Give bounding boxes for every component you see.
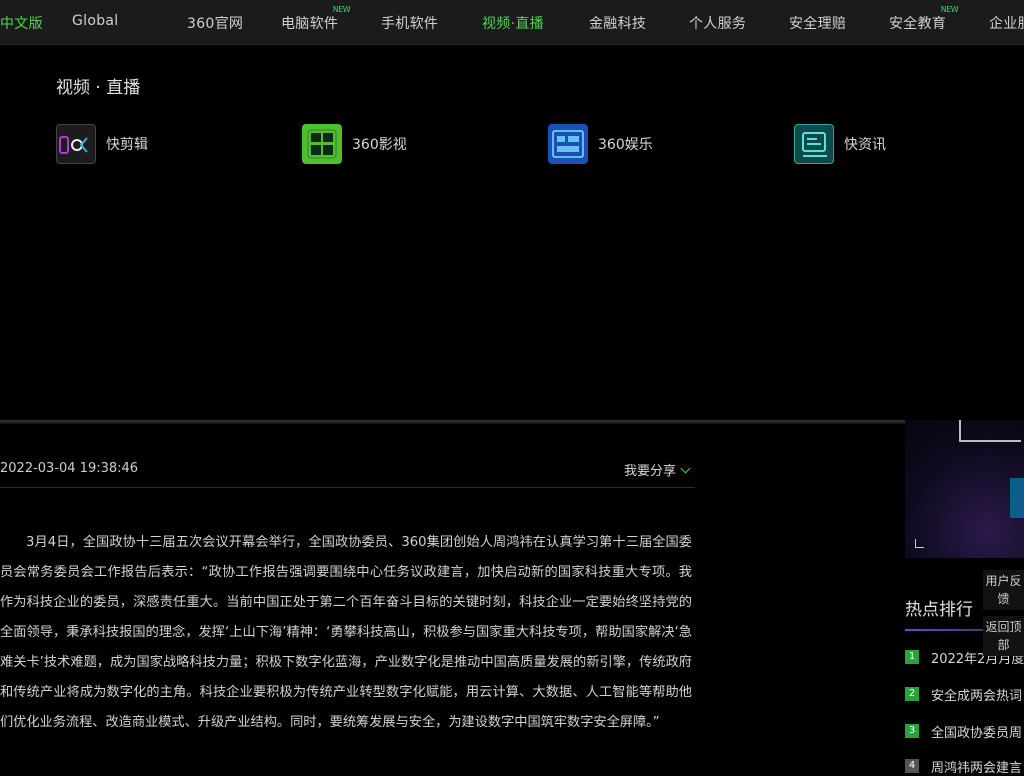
banner-graphic bbox=[959, 420, 1021, 442]
hot-item-title: 全国政协委员周 bbox=[931, 725, 1023, 741]
hot-item-title: 周鸿祎两会建言 bbox=[931, 760, 1023, 776]
rank-badge: 1 bbox=[905, 650, 919, 664]
nav-item-fintech[interactable]: 金融科技 bbox=[589, 13, 646, 33]
user-feedback-button[interactable]: 用户反馈 bbox=[983, 570, 1024, 610]
video-live-dropdown-panel: 视频 · 直播 快剪辑 360影视 360娱乐 快资讯 bbox=[0, 45, 1024, 420]
share-label: 我要分享 bbox=[624, 464, 677, 479]
hot-item[interactable]: 3 全国政协委员周 bbox=[905, 721, 1022, 741]
product-360-yule[interactable]: 360娱乐 bbox=[548, 124, 653, 164]
hot-item[interactable]: 4 周鸿祎两会建言 bbox=[905, 756, 1022, 776]
banner-corner-mark bbox=[915, 539, 924, 548]
hot-ranking-title: 热点排行 bbox=[905, 600, 973, 620]
rank-badge: 4 bbox=[905, 759, 919, 773]
nav-item-video-live[interactable]: 视频·直播 bbox=[482, 13, 544, 33]
meta-divider bbox=[0, 487, 695, 488]
article-body-paragraph: 3月4日，全国政协十三届五次会议开幕会举行，全国政协委员、360集团创始人周鸿祎… bbox=[0, 535, 692, 730]
back-to-top-button[interactable]: 返回顶部 bbox=[983, 616, 1024, 656]
rank-badge: 2 bbox=[905, 687, 919, 701]
share-button[interactable]: 我要分享 bbox=[624, 460, 691, 479]
nav-item-360-official[interactable]: 360官网 bbox=[187, 13, 243, 33]
new-badge: NEW bbox=[940, 5, 959, 14]
dropdown-title: 视频 · 直播 bbox=[56, 78, 141, 98]
product-label: 360影视 bbox=[352, 137, 407, 153]
nav-item-pc-software[interactable]: 电脑软件 NEW bbox=[281, 5, 351, 33]
nav-item-enterprise-service[interactable]: 企业服务 bbox=[989, 13, 1024, 33]
yingshi-daquan-icon bbox=[302, 124, 342, 164]
product-label: 360娱乐 bbox=[598, 137, 653, 153]
new-badge: NEW bbox=[332, 5, 351, 14]
nav-item-security-claims[interactable]: 安全理赔 bbox=[789, 13, 846, 33]
hot-item[interactable]: 2 安全成两会热词 bbox=[905, 684, 1022, 704]
promo-banner[interactable] bbox=[905, 420, 1024, 558]
product-label: 快剪辑 bbox=[106, 137, 148, 153]
product-360-yingshi[interactable]: 360影视 bbox=[302, 124, 407, 164]
nav-item-global[interactable]: Global bbox=[72, 13, 118, 29]
nav-lang-chinese[interactable]: 中文版 bbox=[0, 13, 43, 33]
nav-item-pc-software-label: 电脑软件 bbox=[281, 16, 339, 32]
nav-item-personal-service[interactable]: 个人服务 bbox=[689, 13, 746, 33]
chevron-down-icon bbox=[680, 463, 691, 474]
kuaizixun-icon bbox=[794, 124, 834, 164]
hot-item-title: 安全成两会热词 bbox=[931, 688, 1023, 704]
nav-item-security-education-label: 安全教育 bbox=[889, 16, 947, 32]
article-content: 2022-03-04 19:38:46 我要分享 3月4日，全国政协十三届五次会… bbox=[0, 424, 905, 768]
top-navigation-bar: 中文版 Global 360官网 电脑软件 NEW 手机软件 视频·直播 金融科… bbox=[0, 0, 1024, 45]
product-label: 快资讯 bbox=[844, 137, 886, 153]
kuaijianji-icon bbox=[56, 124, 96, 164]
product-kuaijianji[interactable]: 快剪辑 bbox=[56, 124, 148, 164]
yule-icon bbox=[548, 124, 588, 164]
rank-badge: 3 bbox=[905, 724, 919, 738]
banner-accent bbox=[1010, 478, 1024, 518]
nav-item-security-education[interactable]: 安全教育 NEW bbox=[889, 5, 959, 33]
nav-item-mobile-software[interactable]: 手机软件 bbox=[381, 13, 438, 33]
product-kuaizixun[interactable]: 快资讯 bbox=[794, 124, 886, 164]
article-date: 2022-03-04 19:38:46 bbox=[0, 461, 139, 476]
